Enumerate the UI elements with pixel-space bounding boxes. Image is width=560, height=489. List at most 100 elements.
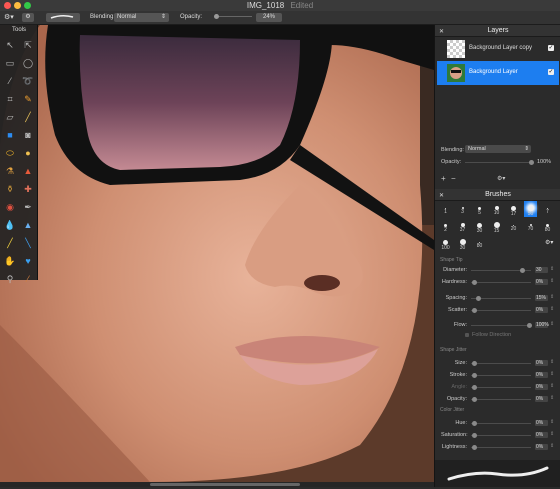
add-layer-button[interactable]: + [441,174,446,183]
hardness-value[interactable]: 0% [535,279,548,285]
stroke-jitter-knob[interactable] [472,373,477,378]
stroke-jitter-slider[interactable] [471,375,531,376]
lightness-jitter-knob[interactable] [472,445,477,450]
hardness-stepper-icon[interactable]: ⇕ [550,278,554,284]
flow-value[interactable]: 100% [535,322,549,328]
settings-icon[interactable]: ⚙ [22,13,34,22]
move-tool-icon[interactable]: ↖ [1,36,19,54]
lightness-jitter-stepper-icon[interactable]: ⇕ [550,443,554,449]
brush-preset[interactable]: 30 [456,235,469,251]
angle-jitter-value[interactable]: 0% [535,384,548,390]
scatter-value[interactable]: 0% [535,307,548,313]
layer-blending-select[interactable]: Normal ⇕ [465,145,531,153]
arrange-tool-icon[interactable]: ⇱ [19,36,37,54]
close-window-button[interactable] [4,2,11,9]
angle-jitter-stepper-icon[interactable]: ⇕ [550,383,554,389]
flow-slider[interactable] [471,325,531,326]
opacity-slider[interactable] [216,16,252,17]
layer-row[interactable]: Background Layer copy ✓ [437,37,559,61]
size-jitter-value[interactable]: 0% [535,360,548,366]
saturation-jitter-stepper-icon[interactable]: ⇕ [550,431,554,437]
gear-icon[interactable]: ⚙▾ [4,13,14,22]
sharpen-icon[interactable]: ▲ [19,162,37,180]
horizontal-scrollbar[interactable] [0,482,434,487]
line-tool-icon[interactable]: ╲ [19,234,37,252]
hue-jitter-stepper-icon[interactable]: ⇕ [550,419,554,425]
follow-direction-checkbox[interactable] [465,333,469,337]
brush-preset[interactable]: 37 [456,218,469,234]
ellipse-select-icon[interactable]: ◯ [19,54,37,72]
opacity-value[interactable]: 24% [256,13,282,22]
brush-preset[interactable]: 100 [439,235,452,251]
brush-preset[interactable]: 10 [490,201,503,217]
hardness-knob[interactable] [472,280,477,285]
layer-row-selected[interactable]: Background Layer ✓ [437,61,559,85]
brush-preset-selector[interactable] [46,13,80,22]
rect-select-icon[interactable]: ▭ [1,54,19,72]
zoom-tool-icon[interactable]: ⚲ [1,270,19,288]
collapse-icon[interactable]: ✕ [439,28,444,35]
opacity-slider-knob[interactable] [214,14,219,19]
brush-preset[interactable]: 80 [541,218,554,234]
stroke-jitter-stepper-icon[interactable]: ⇕ [550,371,554,377]
angle-jitter-slider[interactable] [471,387,531,388]
pencil-icon[interactable]: ✎ [19,90,37,108]
heal-icon[interactable]: ✚ [19,180,37,198]
pen-icon[interactable]: ✒ [19,198,37,216]
hardness-slider[interactable] [471,282,531,283]
blur-icon[interactable]: 💧 [1,216,19,234]
layer-options-gear-icon[interactable]: ⚙▾ [497,175,505,182]
brush-preset[interactable]: 30 [473,218,486,234]
magic-wand-icon[interactable]: ⁄ [1,72,19,90]
saturation-jitter-knob[interactable] [472,433,477,438]
brush-preset[interactable]: 80 [473,235,486,251]
scatter-stepper-icon[interactable]: ⇕ [550,306,554,312]
diameter-stepper-icon[interactable]: ⇕ [550,266,554,272]
fill-icon[interactable]: ■ [1,126,19,144]
scatter-knob[interactable] [472,308,477,313]
opacity-jitter-slider[interactable] [471,399,531,400]
opacity-jitter-value[interactable]: 0% [535,396,548,402]
spacing-value[interactable]: 15% [535,295,548,301]
diameter-knob[interactable] [520,268,525,273]
size-jitter-knob[interactable] [472,361,477,366]
text-tool-icon[interactable]: ╱ [1,234,19,252]
layer-opacity-slider[interactable] [465,162,533,163]
blending-select[interactable]: Normal ⇕ [114,13,169,22]
lasso-icon[interactable]: ➰ [19,72,37,90]
stroke-jitter-value[interactable]: 0% [535,372,548,378]
clone-stamp-icon[interactable]: ⚱ [1,180,19,198]
sponge-icon[interactable]: ▲ [19,216,37,234]
brush-preset[interactable]: 7 [541,201,554,217]
layer-visibility-checkbox[interactable]: ✓ [548,69,554,75]
red-eye-icon[interactable]: ◉ [1,198,19,216]
hue-jitter-slider[interactable] [471,423,531,424]
flow-stepper-icon[interactable]: ⇕ [550,321,554,327]
burn-icon[interactable]: ● [19,144,37,162]
brush-preset[interactable]: 2 [439,218,452,234]
saturation-jitter-value[interactable]: 0% [535,432,548,438]
spacing-stepper-icon[interactable]: ⇕ [550,294,554,300]
remove-layer-button[interactable]: − [451,174,456,183]
minimize-window-button[interactable] [14,2,21,9]
opacity-jitter-stepper-icon[interactable]: ⇕ [550,395,554,401]
scrollbar-thumb[interactable] [150,483,300,486]
hand-tool-icon[interactable]: ✋ [1,252,19,270]
brush-preset[interactable]: 1 [439,201,452,217]
collapse-icon[interactable]: ✕ [439,192,444,199]
eyedropper-icon[interactable]: ⁄ [19,270,37,288]
flow-knob[interactable] [527,323,533,328]
eraser-icon[interactable]: ▱ [1,108,19,126]
brush-preset[interactable]: 17 [507,201,520,217]
size-jitter-slider[interactable] [471,363,531,364]
hue-jitter-value[interactable]: 0% [535,420,548,426]
gradient-icon[interactable]: ◙ [19,126,37,144]
brush-preset[interactable]: 5 [473,201,486,217]
hue-jitter-knob[interactable] [472,421,477,426]
scatter-slider[interactable] [471,310,531,311]
brush-options-gear-icon[interactable]: ⚙▾ [545,239,553,246]
brush-icon[interactable]: ╱ [19,108,37,126]
layer-visibility-checkbox[interactable]: ✓ [548,45,554,51]
brush-preset[interactable]: 15 [490,218,503,234]
saturation-jitter-slider[interactable] [471,435,531,436]
